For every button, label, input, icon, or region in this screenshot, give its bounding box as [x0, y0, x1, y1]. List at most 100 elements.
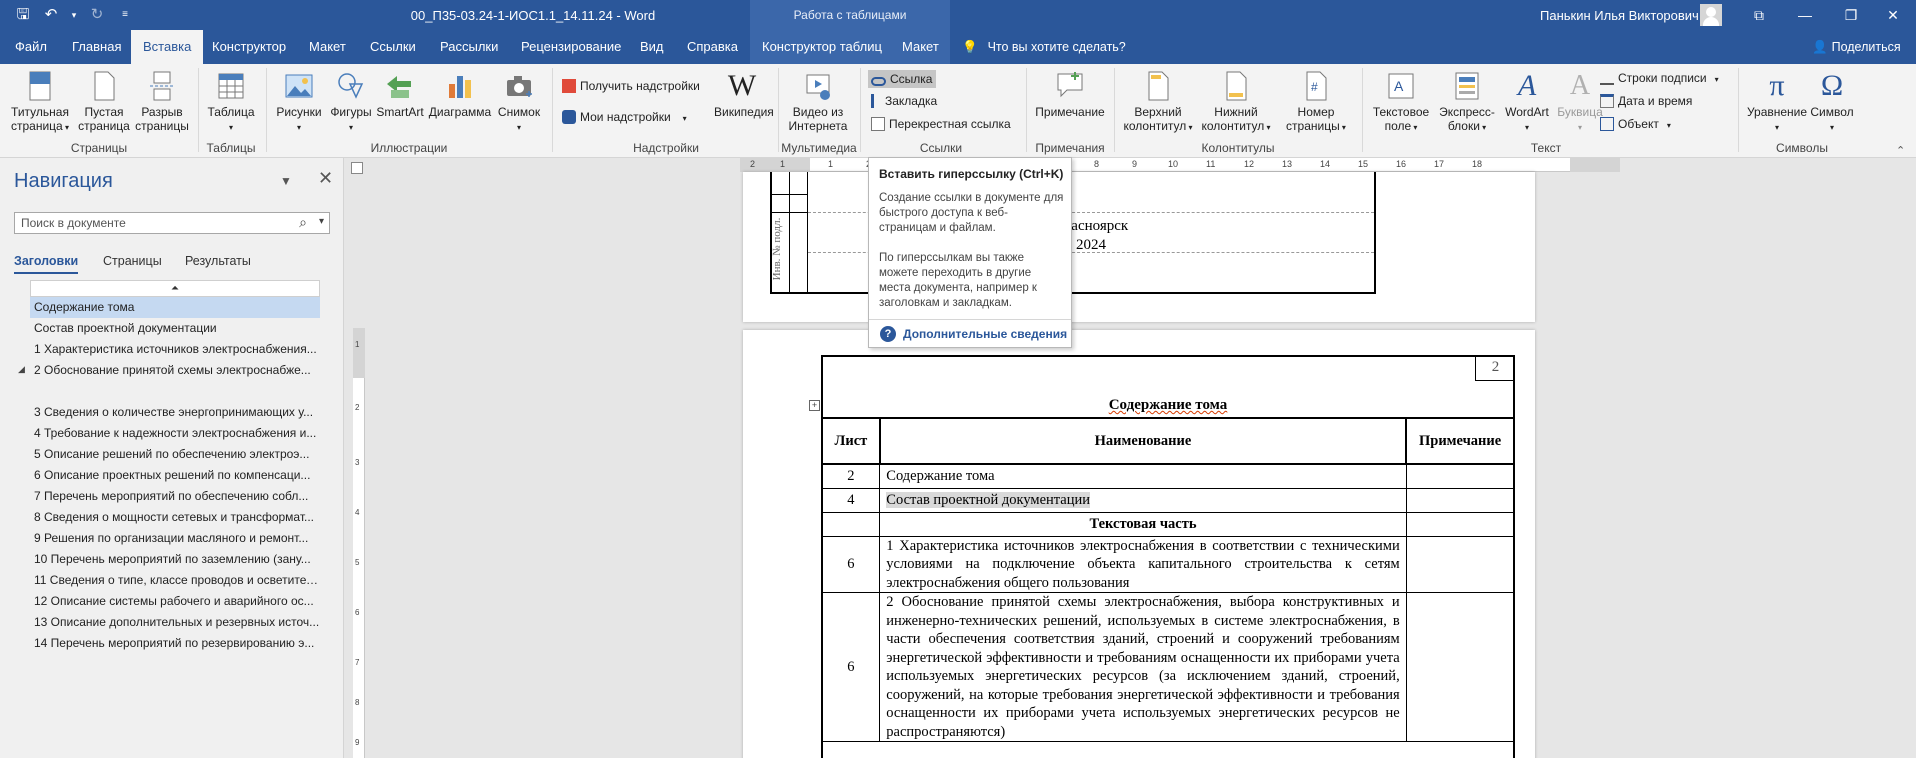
tab-layout[interactable]: Макет — [309, 30, 346, 64]
close-icon[interactable]: ✕ — [1870, 0, 1916, 30]
comment-button[interactable]: Примечание — [1034, 70, 1106, 119]
table-cell[interactable] — [821, 511, 881, 537]
contents-table[interactable]: Лист Наименование Примечание 2 Содержани… — [821, 417, 1515, 742]
tab-file[interactable]: Файл — [15, 30, 47, 64]
pictures-button[interactable]: Рисунки ▾ — [274, 70, 324, 135]
list-item[interactable]: 11 Сведения о типе, классе проводов и ос… — [30, 570, 320, 591]
table-row[interactable]: Текстовая часть — [821, 511, 1515, 537]
link-button[interactable]: Ссылка — [868, 70, 937, 88]
table-cell[interactable] — [1405, 592, 1515, 742]
list-item[interactable]: 2 Обоснование принятой схемы электроснаб… — [30, 360, 320, 381]
cover-page-button[interactable]: Титульная страница ▾ — [8, 70, 72, 135]
nav-tab-headings[interactable]: Заголовки — [14, 254, 79, 274]
table-cell[interactable]: 2 Обоснование принятой схемы электроснаб… — [879, 592, 1407, 742]
list-item[interactable]: 12 Описание системы рабочего и аварийног… — [30, 591, 320, 612]
list-item[interactable]: 4 Требование к надежности электроснабжен… — [30, 423, 320, 444]
list-item[interactable]: 14 Перечень мероприятий по резервировани… — [30, 633, 320, 654]
object-button[interactable]: Объект ▾ — [1600, 116, 1671, 134]
table-row[interactable]: 6 2 Обоснование принятой схемы электросн… — [821, 592, 1515, 742]
search-options-icon[interactable]: ▾ — [319, 216, 324, 227]
list-item[interactable]: 1 Характеристика источников электроснабж… — [30, 339, 320, 360]
list-item[interactable]: Содержание тома — [30, 297, 320, 318]
tab-references[interactable]: Ссылки — [370, 30, 416, 64]
table-button[interactable]: Таблица ▾ — [204, 70, 258, 135]
list-item[interactable]: Состав проектной документации — [30, 318, 320, 339]
tab-table-layout[interactable]: Макет — [902, 30, 939, 64]
tab-home[interactable]: Главная — [72, 30, 121, 64]
tell-me-box[interactable]: 💡 Что вы хотите сделать? — [962, 30, 1126, 64]
collapse-all-icon[interactable]: ⏶ — [30, 280, 320, 297]
list-item[interactable]: 7 Перечень мероприятий по обеспечению со… — [30, 486, 320, 507]
blank-page-button[interactable]: Пустая страница — [78, 70, 130, 133]
list-item[interactable]: 6 Описание проектных решений по компенса… — [30, 465, 320, 486]
ribbon-display-options-icon[interactable]: ⧉ — [1736, 0, 1782, 30]
table-move-handle-icon[interactable]: + — [809, 400, 820, 411]
table-cell[interactable]: 6 — [821, 535, 881, 593]
bookmark-button[interactable]: Закладка — [871, 93, 937, 109]
list-item[interactable]: 8 Сведения о мощности сетевых и трансфор… — [30, 507, 320, 528]
list-item[interactable]: 10 Перечень мероприятий по заземлению (з… — [30, 549, 320, 570]
user-name[interactable]: Панькин Илья Викторович — [1540, 8, 1699, 23]
tab-selector[interactable] — [351, 162, 363, 174]
table-cell[interactable]: 2 — [821, 463, 881, 489]
tab-design[interactable]: Конструктор — [212, 30, 286, 64]
list-item[interactable]: 5 Описание решений по обеспечению электр… — [30, 444, 320, 465]
close-pane-icon[interactable]: ✕ — [318, 168, 333, 189]
nav-search-input[interactable]: Поиск в документе ⌕ ▾ — [14, 212, 330, 234]
table-cell[interactable]: Содержание тома — [879, 463, 1407, 489]
list-item[interactable]: 3 Сведения о количестве энергопринимающи… — [30, 402, 320, 423]
chart-button[interactable]: Диаграмма — [428, 70, 492, 119]
table-cell[interactable] — [1405, 535, 1515, 593]
share-button[interactable]: 👤 Поделиться — [1812, 30, 1901, 64]
shapes-button[interactable]: Фигуры ▾ — [326, 70, 376, 135]
nav-options-icon[interactable]: ▼ — [280, 174, 292, 188]
table-cell[interactable] — [1405, 463, 1515, 489]
document-area[interactable]: 2 1 1 2 3 4 5 6 7 8 9 10 11 12 13 14 15 … — [345, 158, 1916, 758]
header-button[interactable]: Верхний колонтитул ▾ — [1122, 70, 1194, 135]
table-row[interactable]: 2 Содержание тома — [821, 463, 1515, 489]
search-icon[interactable]: ⌕ — [299, 214, 307, 231]
signature-line-button[interactable]: Строки подписи ▾ — [1600, 70, 1719, 88]
tab-review[interactable]: Рецензирование — [521, 30, 621, 64]
table-cell[interactable]: Состав проектной документации — [879, 487, 1407, 513]
text-box-button[interactable]: A Текстовое поле ▾ — [1368, 70, 1434, 135]
footer-button[interactable]: Нижний колонтитул ▾ — [1200, 70, 1272, 135]
tab-view[interactable]: Вид — [640, 30, 664, 64]
drop-cap-button[interactable]: A Буквица ▾ — [1554, 70, 1606, 135]
list-item[interactable]: 13 Описание дополнительных и резервных и… — [30, 612, 320, 633]
smartart-button[interactable]: SmartArt — [374, 70, 426, 119]
table-cell[interactable]: 4 — [821, 487, 881, 513]
page-1[interactable]: Инв. № подл. Красноярск 2024 — [743, 172, 1535, 322]
restore-icon[interactable]: ❐ — [1828, 0, 1874, 30]
online-video-button[interactable]: Видео из Интернета — [786, 70, 850, 133]
nav-tab-results[interactable]: Результаты — [185, 254, 251, 268]
tab-mailings[interactable]: Рассылки — [440, 30, 498, 64]
table-cell[interactable]: 6 — [821, 592, 881, 742]
wordart-button[interactable]: A WordArt ▾ — [1502, 70, 1552, 135]
table-cell[interactable] — [1405, 487, 1515, 513]
screenshot-button[interactable]: Снимок ▾ — [494, 70, 544, 135]
page-break-button[interactable]: Разрыв страницы — [134, 70, 190, 133]
table-row[interactable]: 4 Состав проектной документации — [821, 487, 1515, 513]
wikipedia-button[interactable]: W Википедия — [714, 70, 774, 120]
nav-tab-pages[interactable]: Страницы — [103, 254, 162, 268]
table-cell[interactable] — [1405, 511, 1515, 537]
symbol-button[interactable]: Ω Символ ▾ — [1804, 70, 1860, 135]
table-cell[interactable]: 1 Характеристика источников электроснабж… — [879, 535, 1407, 593]
tab-help[interactable]: Справка — [687, 30, 738, 64]
more-info-link[interactable]: Дополнительные сведения — [903, 327, 1067, 341]
equation-button[interactable]: π Уравнение ▾ — [1744, 70, 1810, 135]
avatar[interactable] — [1700, 4, 1722, 26]
collapse-ribbon-icon[interactable]: ⌃ — [1896, 144, 1905, 157]
tab-table-design[interactable]: Конструктор таблиц — [762, 30, 882, 64]
minimize-icon[interactable]: — — [1782, 0, 1828, 30]
table-row[interactable]: 6 1 Характеристика источников электросна… — [821, 535, 1515, 593]
cross-reference-button[interactable]: Перекрестная ссылка — [871, 116, 1011, 132]
list-item[interactable]: 9 Решения по организации масляного и рем… — [30, 528, 320, 549]
my-addins-button[interactable]: Мои надстройки ▾ — [562, 109, 687, 127]
page-number-button[interactable]: # Номер страницы ▾ — [1280, 70, 1352, 135]
get-addins-button[interactable]: Получить надстройки — [562, 78, 700, 94]
page-2[interactable]: 2 Содержание тома + Лист Наименование Пр… — [743, 330, 1535, 758]
date-time-button[interactable]: Дата и время — [1600, 93, 1692, 109]
tab-insert[interactable]: Вставка — [131, 30, 204, 64]
